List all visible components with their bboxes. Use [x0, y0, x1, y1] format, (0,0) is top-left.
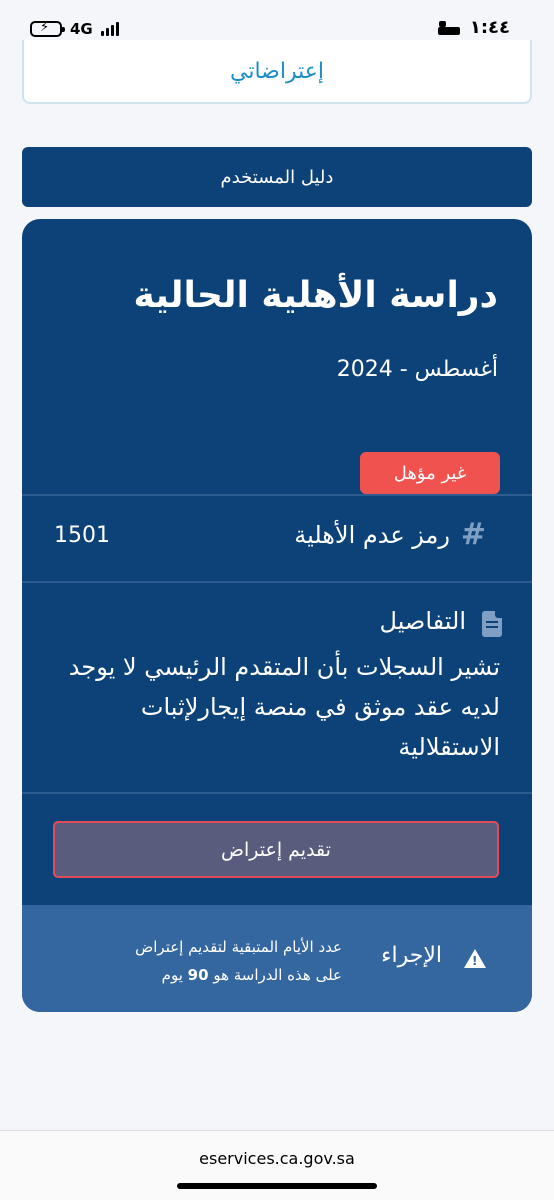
status-badge: غير مؤهل: [360, 452, 500, 494]
user-guide-button[interactable]: دليل المستخدم: [22, 147, 532, 207]
action-text-line-2: على هذه الدراسة هو 90 يوم: [82, 961, 342, 989]
days-unit: يوم: [161, 966, 183, 984]
divider: [22, 792, 532, 794]
home-indicator[interactable]: [177, 1183, 377, 1189]
action-text-prefix: على هذه الدراسة هو: [213, 966, 342, 984]
divider: [22, 581, 532, 583]
sleep-focus-icon: [437, 20, 460, 35]
warning-icon: [464, 949, 486, 968]
status-left: ⚡ 4G: [30, 20, 119, 38]
browser-url-bar[interactable]: eservices.ca.gov.sa: [0, 1130, 554, 1200]
battery-icon: ⚡: [30, 20, 65, 37]
eligibility-date: أغسطس - 2024: [336, 357, 498, 382]
action-text: عدد الأيام المتبقية لتقديم إعتراض على هذ…: [82, 933, 342, 989]
action-text-line-1: عدد الأيام المتبقية لتقديم إعتراض: [135, 938, 342, 956]
ineligibility-code-label: رمز عدم الأهلية: [294, 521, 450, 549]
my-objections-label: إعتراضاتي: [230, 59, 324, 84]
eligibility-title: دراسة الأهلية الحالية: [133, 275, 498, 316]
action-section: الإجراء عدد الأيام المتبقية لتقديم إعترا…: [22, 905, 532, 1012]
network-type: 4G: [70, 20, 93, 38]
days-remaining: 90: [187, 966, 209, 984]
document-icon: [482, 611, 502, 637]
signal-icon: [100, 22, 119, 36]
ineligibility-code-value: 1501: [54, 523, 110, 548]
submit-objection-button[interactable]: تقديم إعتراض: [53, 821, 499, 878]
clock: ١:٤٤: [469, 17, 510, 38]
details-text: تشير السجلات بأن المتقدم الرئيسي لا يوجد…: [68, 653, 500, 761]
divider: [22, 494, 532, 496]
hash-icon: #: [460, 517, 486, 552]
details-label: التفاصيل: [379, 607, 466, 635]
url-text: eservices.ca.gov.sa: [199, 1149, 355, 1168]
my-objections-button[interactable]: إعتراضاتي: [22, 40, 532, 104]
status-right: ١:٤٤: [437, 17, 510, 38]
eligibility-card: دراسة الأهلية الحالية أغسطس - 2024 غير م…: [22, 219, 532, 1012]
action-label: الإجراء: [381, 943, 442, 968]
